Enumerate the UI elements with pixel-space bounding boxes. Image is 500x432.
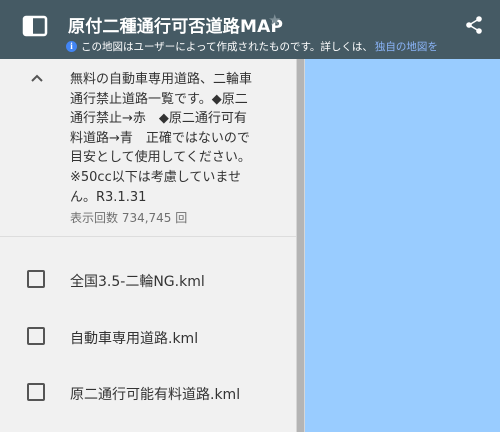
description-line: ※50cc以下は考慮していませ	[70, 169, 241, 185]
description-line: 通行禁止→赤 ◆原二通行可有	[70, 111, 247, 127]
notice-text: この地図はユーザーによって作成されたものです。詳しくは、	[81, 41, 373, 53]
info-icon: i	[66, 41, 77, 52]
description-line: 通行禁止道路一覧です。◆原二	[70, 91, 248, 107]
layer-label: 自動車専用道路.kml	[70, 331, 199, 347]
view-count: 表示回数 734,745 回	[70, 211, 188, 225]
notice-link[interactable]: 独自の地図を	[375, 39, 438, 54]
layer-checkbox[interactable]	[27, 383, 45, 401]
layer-item[interactable]: 自動車専用道路.kml	[0, 313, 296, 363]
map-canvas[interactable]	[305, 59, 500, 432]
collapse-chevron-icon[interactable]	[28, 70, 46, 84]
star-icon[interactable]: ★	[268, 11, 281, 29]
layer-checkbox[interactable]	[27, 327, 45, 345]
divider	[0, 236, 296, 237]
layer-checkbox[interactable]	[27, 270, 45, 288]
description-line: ん。R3.1.31	[70, 189, 147, 205]
sidebar-toggle-icon[interactable]	[22, 15, 48, 37]
layer-label: 全国3.5-二輪NG.kml	[70, 274, 205, 290]
map-title: 原付二種通行可否道路MAP	[68, 17, 284, 37]
layer-item[interactable]: 全国3.5-二輪NG.kml	[0, 256, 296, 306]
description-line: 料道路→青 正確ではないので	[70, 130, 250, 146]
description-line: 無料の自動車専用道路、二輪車	[70, 72, 253, 87]
map-description: 無料の自動車専用道路、二輪車 通行禁止道路一覧です。◆原二 通行禁止→赤 ◆原二…	[70, 70, 280, 207]
layer-label: 原二通行可能有料道路.kml	[70, 387, 241, 403]
description-line: 目安として使用してください。	[70, 150, 251, 166]
scrollbar-thumb[interactable]	[297, 59, 304, 432]
map-header: 原付二種通行可否道路MAP ★ i この地図はユーザーによって作成されたものです…	[0, 0, 500, 59]
user-map-notice: i この地図はユーザーによって作成されたものです。詳しくは、 独自の地図を	[66, 39, 438, 54]
layer-item[interactable]: 原二通行可能有料道路.kml	[0, 369, 296, 419]
share-icon[interactable]	[464, 15, 484, 35]
